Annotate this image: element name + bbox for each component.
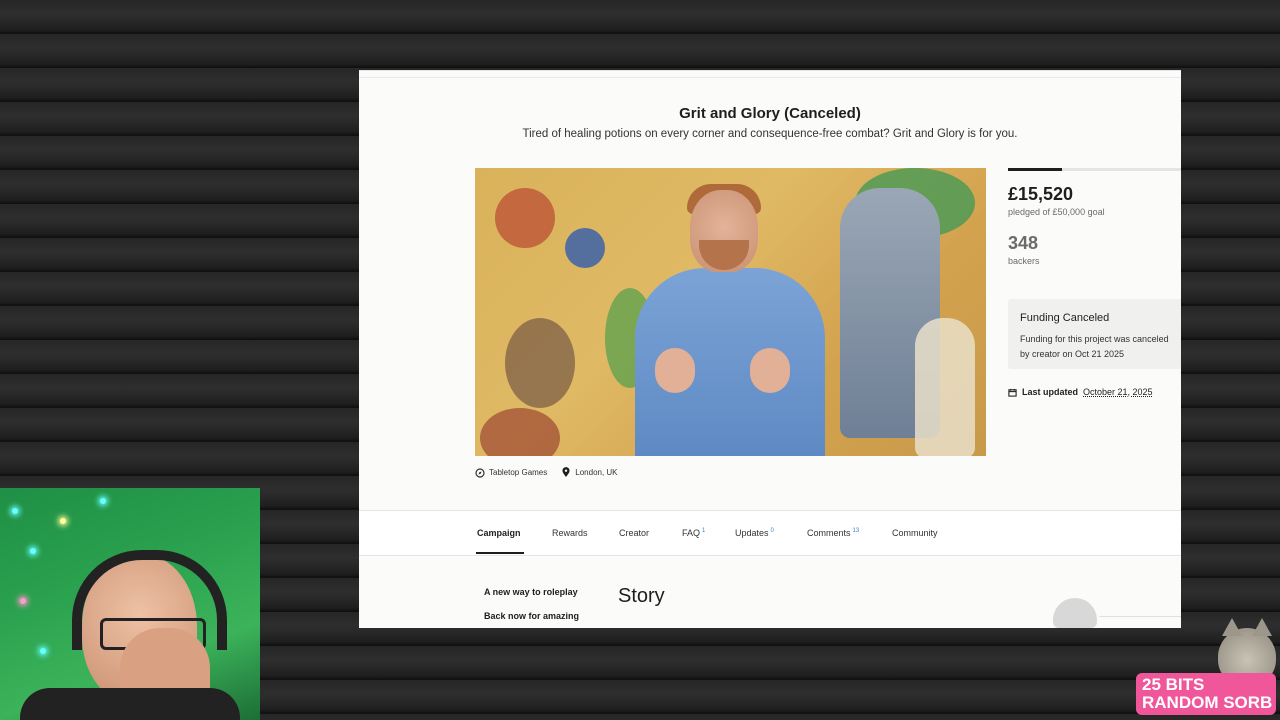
illustration-blob (505, 318, 575, 408)
last-updated-label: Last updated (1022, 387, 1079, 397)
project-video[interactable] (475, 168, 986, 456)
tab-rewards[interactable]: Rewards (552, 528, 588, 538)
channel-badge: 25 BITS RANDOM SORB (1136, 673, 1276, 715)
sidebar-link-back-now[interactable]: Back now for amazing (484, 611, 579, 621)
active-tab-indicator (476, 552, 524, 554)
fairy-light (100, 498, 106, 504)
badge-line-2: RANDOM SORB (1142, 693, 1273, 712)
tab-comments[interactable]: Comments 13 (807, 528, 859, 538)
faq-count: 1 (702, 528, 706, 534)
cat-ear (1252, 618, 1272, 636)
compass-icon (475, 467, 485, 478)
funding-progress-bar (1008, 168, 1181, 171)
fairy-light (40, 648, 46, 654)
presenter-hand (750, 348, 790, 393)
fairy-light (12, 508, 18, 514)
kickstarter-page: Grit and Glory (Canceled) Tired of heali… (359, 70, 1181, 628)
illustration-blob (565, 228, 605, 268)
category-tag[interactable]: Tabletop Games (475, 467, 547, 478)
project-subtitle: Tired of healing potions on every corner… (522, 128, 1018, 140)
pledged-amount: £15,520 (1008, 184, 1074, 204)
canceled-text: Funding for this project was canceled by… (1020, 334, 1169, 359)
tab-faq[interactable]: FAQ 1 (682, 528, 705, 538)
story-heading: Story (618, 585, 665, 607)
category-label: Tabletop Games (489, 468, 548, 477)
illustration-blob (495, 188, 555, 248)
comments-count: 13 (852, 528, 860, 534)
pledged-goal: pledged of £50,000 goal (1008, 207, 1105, 217)
illustration-blob (480, 408, 560, 456)
header-divider (359, 77, 1181, 78)
content-divider (1099, 616, 1181, 617)
cat-ear (1222, 618, 1242, 636)
tab-community[interactable]: Community (892, 528, 938, 538)
streamer-webcam (0, 488, 260, 720)
fairy-light (20, 598, 26, 604)
tab-creator[interactable]: Creator (619, 528, 649, 538)
fairy-light (60, 518, 66, 524)
canceled-title: Funding Canceled (1020, 312, 1110, 324)
project-tags: Tabletop Games London, UK (475, 467, 618, 478)
project-tabs: Campaign Rewards Creator FAQ 1 Updates 0 C… (359, 510, 1181, 556)
tab-campaign[interactable]: Campaign (477, 528, 521, 538)
funding-progress-fill (1008, 168, 1062, 171)
funding-canceled-notice: Funding Canceled Funding for this projec… (1008, 299, 1181, 369)
location-pin-icon (562, 467, 570, 477)
skeleton-figure (915, 318, 975, 456)
backers-label: backers (1008, 256, 1040, 266)
badge-line-1: 25 BITS (1142, 675, 1205, 694)
location-label: London, UK (575, 468, 618, 477)
last-updated-date[interactable]: October 21, 2025 (1083, 387, 1153, 397)
project-title: Grit and Glory (Canceled) (679, 105, 861, 122)
fairy-light (30, 548, 36, 554)
backers-count: 348 (1008, 233, 1039, 253)
last-updated: Last updated October 21, 2025 (1008, 387, 1153, 397)
presenter-hand (655, 348, 695, 393)
sidebar-link-roleplay[interactable]: A new way to roleplay (484, 587, 578, 597)
calendar-icon (1008, 388, 1017, 397)
updates-count: 0 (770, 528, 774, 534)
location-tag[interactable]: London, UK (561, 467, 618, 478)
tab-updates[interactable]: Updates 0 (735, 528, 774, 538)
streamer-shirt (20, 688, 240, 720)
avatar-placeholder (1053, 598, 1097, 628)
